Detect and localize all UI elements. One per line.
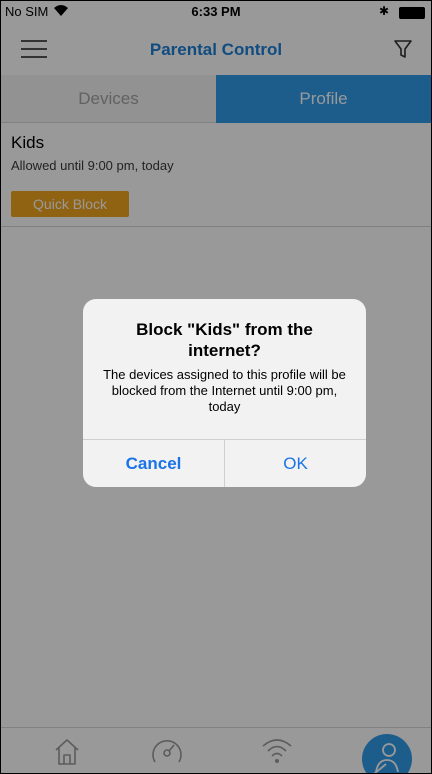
cancel-button[interactable]: Cancel [83, 440, 225, 487]
app-screen: No SIM 6:33 PM ✱ Parental Control Device… [0, 0, 432, 774]
dialog-title: Block "Kids" from the internet? [136, 320, 313, 360]
block-confirm-dialog: Block "Kids" from the internet? The devi… [83, 299, 366, 487]
dialog-actions: Cancel OK [83, 439, 366, 487]
ok-button[interactable]: OK [225, 440, 366, 487]
dialog-message: The devices assigned to this profile wil… [103, 367, 346, 414]
